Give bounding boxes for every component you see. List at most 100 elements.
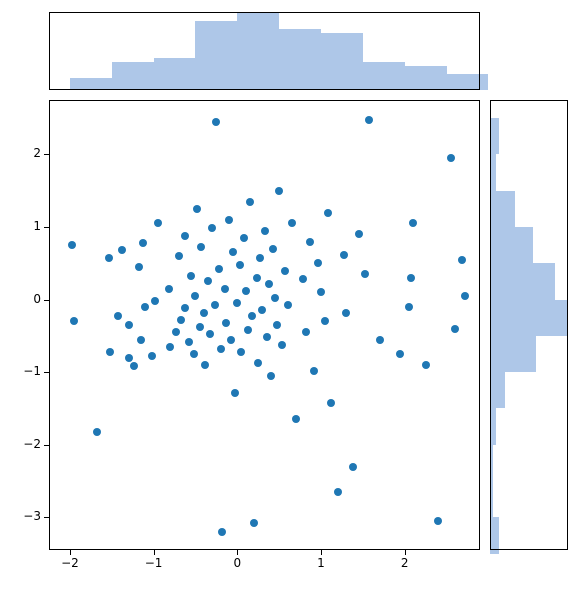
scatter-point [208,224,216,232]
scatter-point [405,303,413,311]
scatter-point [278,341,286,349]
hist-y-bar [490,445,493,481]
hist-x-bar [279,29,321,90]
scatter-point [151,297,159,305]
scatter-point [68,241,76,249]
x-tick [321,550,322,555]
scatter-point [253,274,261,282]
scatter-point [306,238,314,246]
scatter-point [154,219,162,227]
scatter-point [451,325,459,333]
scatter-point [342,309,350,317]
scatter-point [70,317,78,325]
x-tick-label: 0 [227,556,247,570]
scatter-point [204,277,212,285]
y-tick-label: −1 [23,364,41,378]
scatter-point [361,270,369,278]
hist-y-bar [490,336,536,372]
scatter-point [447,154,455,162]
hist-y-bar [490,517,499,553]
scatter-point [434,517,442,525]
scatter-point [365,116,373,124]
scatter-point [106,348,114,356]
y-tick [44,517,49,518]
scatter-point [217,345,225,353]
y-tick-label: 2 [33,146,41,160]
scatter-point [211,301,219,309]
scatter-point [221,285,229,293]
hist-x-bar [447,74,489,90]
scatter-point [201,361,209,369]
scatter-point [407,274,415,282]
hist-y-bar [490,300,567,336]
scatter-point [299,275,307,283]
scatter-plot [49,100,480,550]
scatter-point [355,230,363,238]
scatter-point [215,265,223,273]
hist-x-bar [154,58,196,90]
x-tick-label: 1 [311,556,331,570]
y-tick [44,227,49,228]
scatter-point [263,333,271,341]
scatter-point [137,336,145,344]
scatter-point [458,256,466,264]
scatter-point [125,321,133,329]
scatter-point [185,338,193,346]
scatter-point [222,319,230,327]
scatter-point [227,336,235,344]
scatter-point [193,205,201,213]
scatter-point [396,350,404,358]
scatter-point [242,287,250,295]
panel-frame [49,100,480,550]
y-tick-label: −3 [23,509,41,523]
scatter-point [422,361,430,369]
scatter-point [317,288,325,296]
scatter-point [135,263,143,271]
scatter-point [218,528,226,536]
scatter-point [340,251,348,259]
scatter-point [248,312,256,320]
scatter-point [190,350,198,358]
scatter-point [258,306,266,314]
scatter-point [254,359,262,367]
scatter-point [225,216,233,224]
x-tick [237,550,238,555]
hist-x-bar [70,78,112,90]
scatter-point [327,399,335,407]
scatter-point [265,280,273,288]
scatter-point [321,317,329,325]
hist-x-bar [321,33,363,90]
scatter-point [237,348,245,356]
x-tick [154,550,155,555]
scatter-point [165,285,173,293]
scatter-point [244,326,252,334]
scatter-point [130,362,138,370]
x-tick [70,550,71,555]
scatter-point [114,312,122,320]
x-tick-label: −2 [60,556,80,570]
hist-y-bar [490,263,555,299]
scatter-point [246,198,254,206]
x-tick-label: −1 [144,556,164,570]
scatter-point [206,330,214,338]
scatter-point [273,321,281,329]
scatter-point [324,209,332,217]
scatter-point [118,246,126,254]
y-tick [44,300,49,301]
scatter-point [256,254,264,262]
marginal-histogram-x [49,12,480,90]
scatter-point [172,328,180,336]
scatter-point [141,303,149,311]
scatter-point [349,463,357,471]
scatter-point [187,272,195,280]
hist-x-bar [112,62,154,90]
scatter-point [197,243,205,251]
y-tick [44,154,49,155]
scatter-point [200,309,208,317]
scatter-point [191,292,199,300]
scatter-point [125,354,133,362]
hist-y-bar [490,118,499,154]
scatter-point [288,219,296,227]
hist-y-bar [490,481,493,517]
y-tick-label: 1 [33,219,41,233]
